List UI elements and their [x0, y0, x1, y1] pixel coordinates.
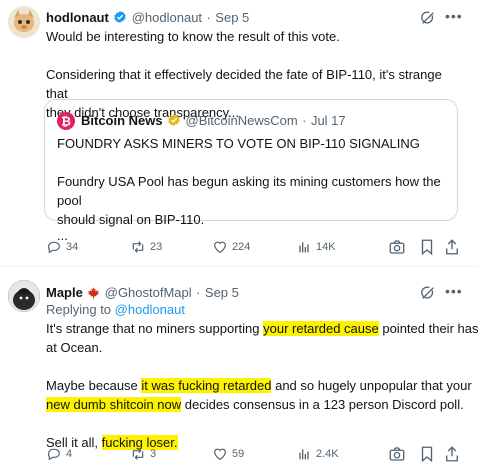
more-icon[interactable]: ••• [445, 283, 463, 299]
replying-to-handle[interactable]: @hodlonaut [115, 302, 185, 317]
repost-icon [132, 448, 144, 460]
maple-leaf-icon [88, 287, 100, 299]
author-handle[interactable]: @GhostofMapl [105, 285, 192, 300]
repost-button[interactable]: 23 [130, 239, 162, 255]
bookmark-button[interactable] [419, 238, 435, 256]
repost-count: 23 [150, 241, 163, 253]
grok-icon[interactable] [420, 285, 436, 301]
separator: · [196, 285, 201, 300]
views-button[interactable]: 14K [296, 239, 336, 255]
replying-to-line: Replying to @hodlonaut [46, 301, 185, 319]
quote-timestamp: Jul 17 [310, 113, 346, 128]
like-count: 59 [232, 448, 245, 460]
timestamp[interactable]: Sep 5 [205, 285, 239, 300]
reply-button[interactable]: 4 [46, 446, 72, 462]
like-icon [214, 448, 226, 461]
views-icon [299, 449, 309, 460]
camera-icon [389, 240, 405, 254]
quote-author-name: Bitcoin News [81, 113, 163, 128]
tweet2-p2-line2: new dumb shitcoin now decides consensus … [46, 397, 464, 412]
tweet2-p2-line1: Maybe because it was fucking retarded an… [46, 378, 472, 393]
tweet2-p1-line2: at Ocean. [46, 340, 103, 355]
share-button[interactable] [444, 238, 460, 256]
reply-button[interactable]: 34 [46, 239, 78, 255]
share-button[interactable] [444, 445, 460, 463]
repost-count: 3 [150, 448, 157, 460]
quote-header: Bitcoin News @BitcoinNewsCom · Jul 17 [81, 112, 346, 130]
quote-body2: should signal on BIP-110. [57, 212, 205, 227]
views-button[interactable]: 2.4K [296, 446, 339, 462]
camera-icon [389, 447, 405, 461]
like-icon [214, 241, 226, 254]
quote-headline: FOUNDRY ASKS MINERS TO VOTE ON BIP-110 S… [57, 136, 420, 151]
highlighted-text: it was fucking retarded [141, 378, 272, 393]
tweet2-header: Maple @GhostofMapl · Sep 5 [46, 284, 239, 302]
like-button[interactable]: 224 [212, 239, 250, 255]
separator: · [206, 10, 211, 25]
highlighted-text: new dumb shitcoin now [46, 397, 182, 412]
views-count: 14K [316, 241, 336, 253]
reply-count: 34 [66, 241, 79, 253]
tweet-divider [0, 266, 478, 267]
grok-icon[interactable] [420, 10, 436, 26]
quote-body1: Foundry USA Pool has begun asking its mi… [57, 174, 441, 208]
tweet1-header: hodlonaut @hodlonaut · Sep 5 [46, 9, 249, 27]
author-handle[interactable]: @hodlonaut [132, 10, 202, 25]
timestamp[interactable]: Sep 5 [215, 10, 249, 25]
separator: · [302, 113, 307, 128]
tweet2-text: It's strange that no miners supporting y… [46, 319, 478, 452]
tweet2-p1-line1: It's strange that no miners supporting y… [46, 321, 478, 336]
bitcoin-logo-icon: ₿ [61, 115, 71, 129]
reply-icon [47, 241, 60, 254]
tweet1-line2a: Considering that it effectively decided … [46, 67, 442, 101]
bookmark-button[interactable] [419, 445, 435, 463]
maple-avatar[interactable] [8, 280, 40, 312]
quote-text: FOUNDRY ASKS MINERS TO VOTE ON BIP-110 S… [57, 134, 452, 243]
hodlonaut-avatar[interactable] [8, 6, 40, 38]
grok-analyze-button[interactable] [388, 238, 406, 256]
repost-icon [132, 241, 144, 253]
replying-to-label: Replying to [46, 302, 112, 317]
share-icon [446, 446, 458, 462]
like-count: 224 [232, 241, 251, 253]
verified-icon [168, 113, 180, 127]
highlighted-text: your retarded cause [263, 321, 379, 336]
quote-handle: @BitcoinNewsCom [185, 113, 298, 128]
repost-button[interactable]: 3 [130, 446, 156, 462]
like-button[interactable]: 59 [212, 446, 244, 462]
bookmark-icon [421, 239, 433, 256]
svg-text:₿: ₿ [61, 115, 71, 129]
more-icon[interactable]: ••• [445, 8, 463, 24]
bitcoin-news-avatar: ₿ [57, 112, 75, 130]
verified-icon [114, 10, 126, 24]
bookmark-icon [421, 446, 433, 463]
author-name[interactable]: hodlonaut [46, 10, 109, 25]
grok-analyze-button[interactable] [388, 445, 406, 463]
views-icon [299, 242, 309, 253]
reply-icon [47, 448, 60, 461]
share-icon [446, 239, 458, 255]
tweet1-line1: Would be interesting to know the result … [46, 29, 340, 44]
author-name[interactable]: Maple [46, 285, 83, 300]
quoted-tweet[interactable]: ₿ Bitcoin News @BitcoinNewsCom · Jul 17 … [44, 99, 458, 243]
views-count: 2.4K [316, 448, 339, 460]
reply-count: 4 [66, 448, 73, 460]
